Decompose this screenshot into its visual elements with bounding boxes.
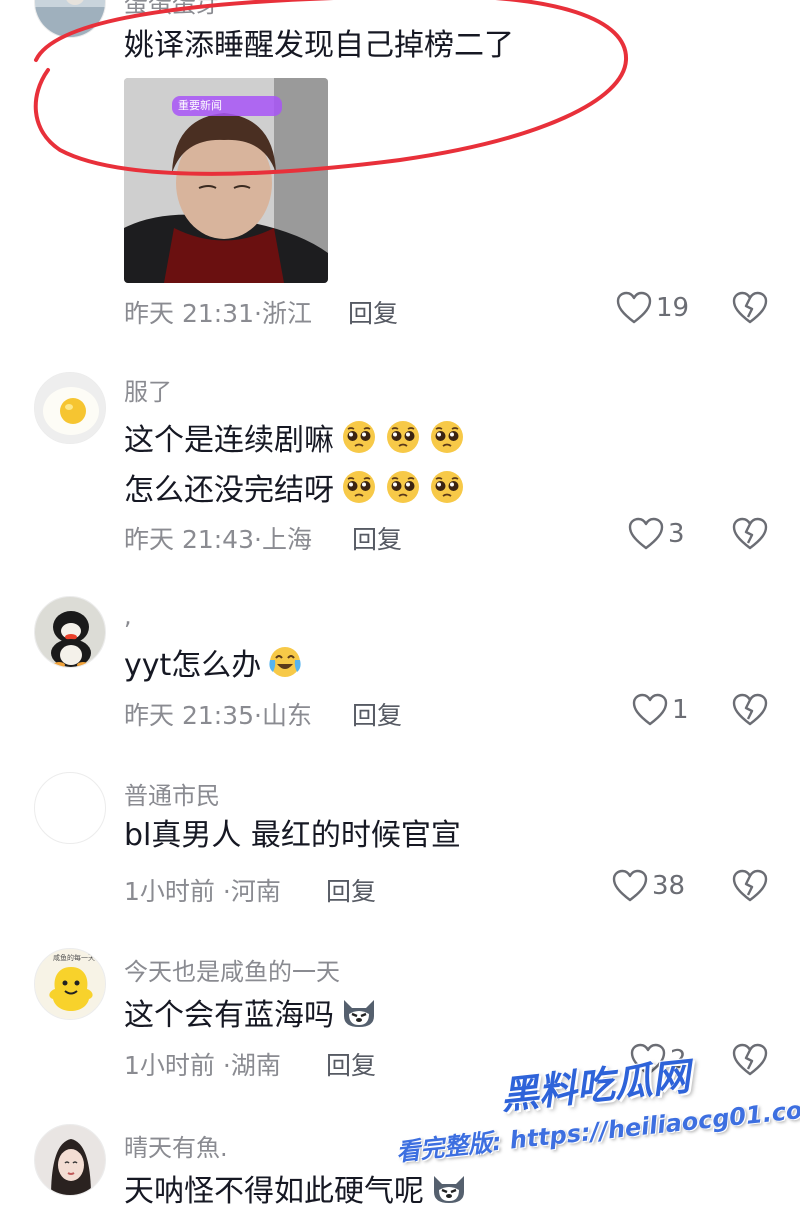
username[interactable]: 普通市民 bbox=[124, 776, 220, 811]
comment-2: 服了 这个是连续剧嘛 怎么还没完结呀 昨天 21:43·上海 回复 3 bbox=[0, 360, 800, 560]
comment-location: 浙江 bbox=[261, 299, 312, 328]
pleading-face-emoji bbox=[384, 468, 422, 515]
comment-1: 蛋蛋蛋芽 姚译添睡醒发现自己掉榜二了 重要新闻 昨天 21:31·浙江 回复 1… bbox=[0, 0, 800, 340]
reply-button[interactable]: 回复 bbox=[326, 872, 376, 908]
comment-time: 1小时前 · bbox=[124, 877, 231, 906]
husky-emoji bbox=[430, 1170, 468, 1215]
comment-text-line: 天呐怪不得如此硬气呢 bbox=[124, 1170, 468, 1215]
avatar[interactable] bbox=[34, 1124, 106, 1196]
heart-icon bbox=[616, 291, 652, 324]
comment-text-line: 怎么还没完结呀 bbox=[124, 468, 466, 515]
heart-icon bbox=[628, 517, 664, 550]
comment-location: 河南 bbox=[230, 877, 281, 906]
broken-heart-icon[interactable] bbox=[732, 868, 768, 904]
like-count: 1 bbox=[672, 695, 689, 725]
comment-time: 昨天 21:31· bbox=[124, 299, 262, 328]
comment-text: 姚译添睡醒发现自己掉榜二了 bbox=[124, 28, 514, 63]
comment-meta: 1小时前 ·河南 bbox=[124, 872, 281, 908]
comment-photo[interactable]: 重要新闻 bbox=[124, 78, 328, 283]
comment-text: bl真男人 最红的时候官宣 bbox=[124, 818, 461, 853]
broken-heart-icon[interactable] bbox=[732, 290, 768, 326]
heart-icon bbox=[630, 1043, 666, 1076]
comment-text: 这个是连续剧嘛 bbox=[124, 423, 334, 458]
comment-text: 这个会有蓝海吗 bbox=[124, 998, 334, 1033]
comment-text: 怎么还没完结呀 bbox=[124, 473, 334, 508]
comment-meta: 1小时前 ·湖南 bbox=[124, 1046, 281, 1082]
like-button[interactable]: 38 bbox=[612, 866, 685, 906]
heart-icon bbox=[632, 693, 668, 726]
husky-emoji bbox=[340, 994, 378, 1039]
comment-location: 山东 bbox=[261, 701, 312, 730]
like-button[interactable]: 1 bbox=[632, 690, 689, 730]
comment-time: 1小时前 · bbox=[124, 1051, 231, 1080]
broken-heart-icon[interactable] bbox=[732, 692, 768, 728]
pleading-face-emoji bbox=[428, 468, 466, 515]
comment-meta: 昨天 21:43·上海 bbox=[124, 520, 312, 556]
avatar[interactable] bbox=[34, 596, 106, 668]
username[interactable]: 服了 bbox=[124, 372, 172, 407]
comment-5: 咸鱼的每一天 今天也是咸鱼的一天 这个会有蓝海吗 1小时前 ·湖南 回复 2 bbox=[0, 940, 800, 1090]
photo-sticker-text: 重要新闻 bbox=[178, 99, 222, 112]
like-count: 38 bbox=[652, 871, 686, 901]
reply-button[interactable]: 回复 bbox=[348, 294, 398, 330]
avatar[interactable] bbox=[34, 772, 106, 844]
like-button[interactable]: 19 bbox=[616, 288, 689, 328]
pleading-face-emoji bbox=[384, 418, 422, 465]
pleading-face-emoji bbox=[340, 468, 378, 515]
broken-heart-icon[interactable] bbox=[732, 516, 768, 552]
comment-time: 昨天 21:35· bbox=[124, 701, 262, 730]
username[interactable]: , bbox=[124, 602, 132, 630]
pleading-face-emojis bbox=[334, 421, 466, 458]
like-button[interactable]: 2 bbox=[630, 1040, 687, 1080]
reply-button[interactable]: 回复 bbox=[326, 1046, 376, 1082]
reply-button[interactable]: 回复 bbox=[352, 696, 402, 732]
comment-text-line: 这个是连续剧嘛 bbox=[124, 418, 466, 465]
avatar-banner-text: 咸鱼的每一天 bbox=[53, 954, 95, 962]
comment-4: 普通市民 bl真男人 最红的时候官宣 1小时前 ·河南 回复 38 bbox=[0, 766, 800, 916]
comment-meta: 昨天 21:31·浙江 bbox=[124, 294, 312, 330]
avatar[interactable] bbox=[34, 372, 106, 444]
like-button[interactable]: 3 bbox=[628, 514, 685, 554]
crying-laughing-emoji bbox=[267, 644, 303, 689]
avatar[interactable]: 咸鱼的每一天 bbox=[34, 948, 106, 1020]
comment-location: 湖南 bbox=[230, 1051, 281, 1080]
comment-3: , yyt怎么办 昨天 21:35·山东 回复 1 bbox=[0, 590, 800, 740]
pleading-face-emoji bbox=[428, 418, 466, 465]
heart-icon bbox=[612, 869, 648, 902]
broken-heart-icon[interactable] bbox=[732, 1042, 768, 1078]
comment-time: 昨天 21:43· bbox=[124, 525, 262, 554]
comment-text: 天呐怪不得如此硬气呢 bbox=[124, 1174, 424, 1209]
pleading-face-emoji bbox=[340, 418, 378, 465]
username[interactable]: 今天也是咸鱼的一天 bbox=[124, 952, 340, 987]
avatar[interactable] bbox=[34, 0, 106, 38]
username[interactable]: 蛋蛋蛋芽 bbox=[124, 0, 220, 19]
comment-text-line: yyt怎么办 bbox=[124, 644, 303, 689]
pleading-face-emojis bbox=[334, 471, 466, 508]
like-count: 3 bbox=[668, 519, 685, 549]
comment-6: 晴天有魚. 天呐怪不得如此硬气呢 bbox=[0, 1116, 800, 1209]
comment-location: 上海 bbox=[261, 525, 312, 554]
like-count: 2 bbox=[670, 1045, 687, 1075]
reply-button[interactable]: 回复 bbox=[352, 520, 402, 556]
like-count: 19 bbox=[656, 293, 690, 323]
comment-text-line: 这个会有蓝海吗 bbox=[124, 994, 378, 1039]
username[interactable]: 晴天有魚. bbox=[124, 1128, 228, 1163]
comment-meta: 昨天 21:35·山东 bbox=[124, 696, 312, 732]
comment-text: yyt怎么办 bbox=[124, 648, 262, 683]
